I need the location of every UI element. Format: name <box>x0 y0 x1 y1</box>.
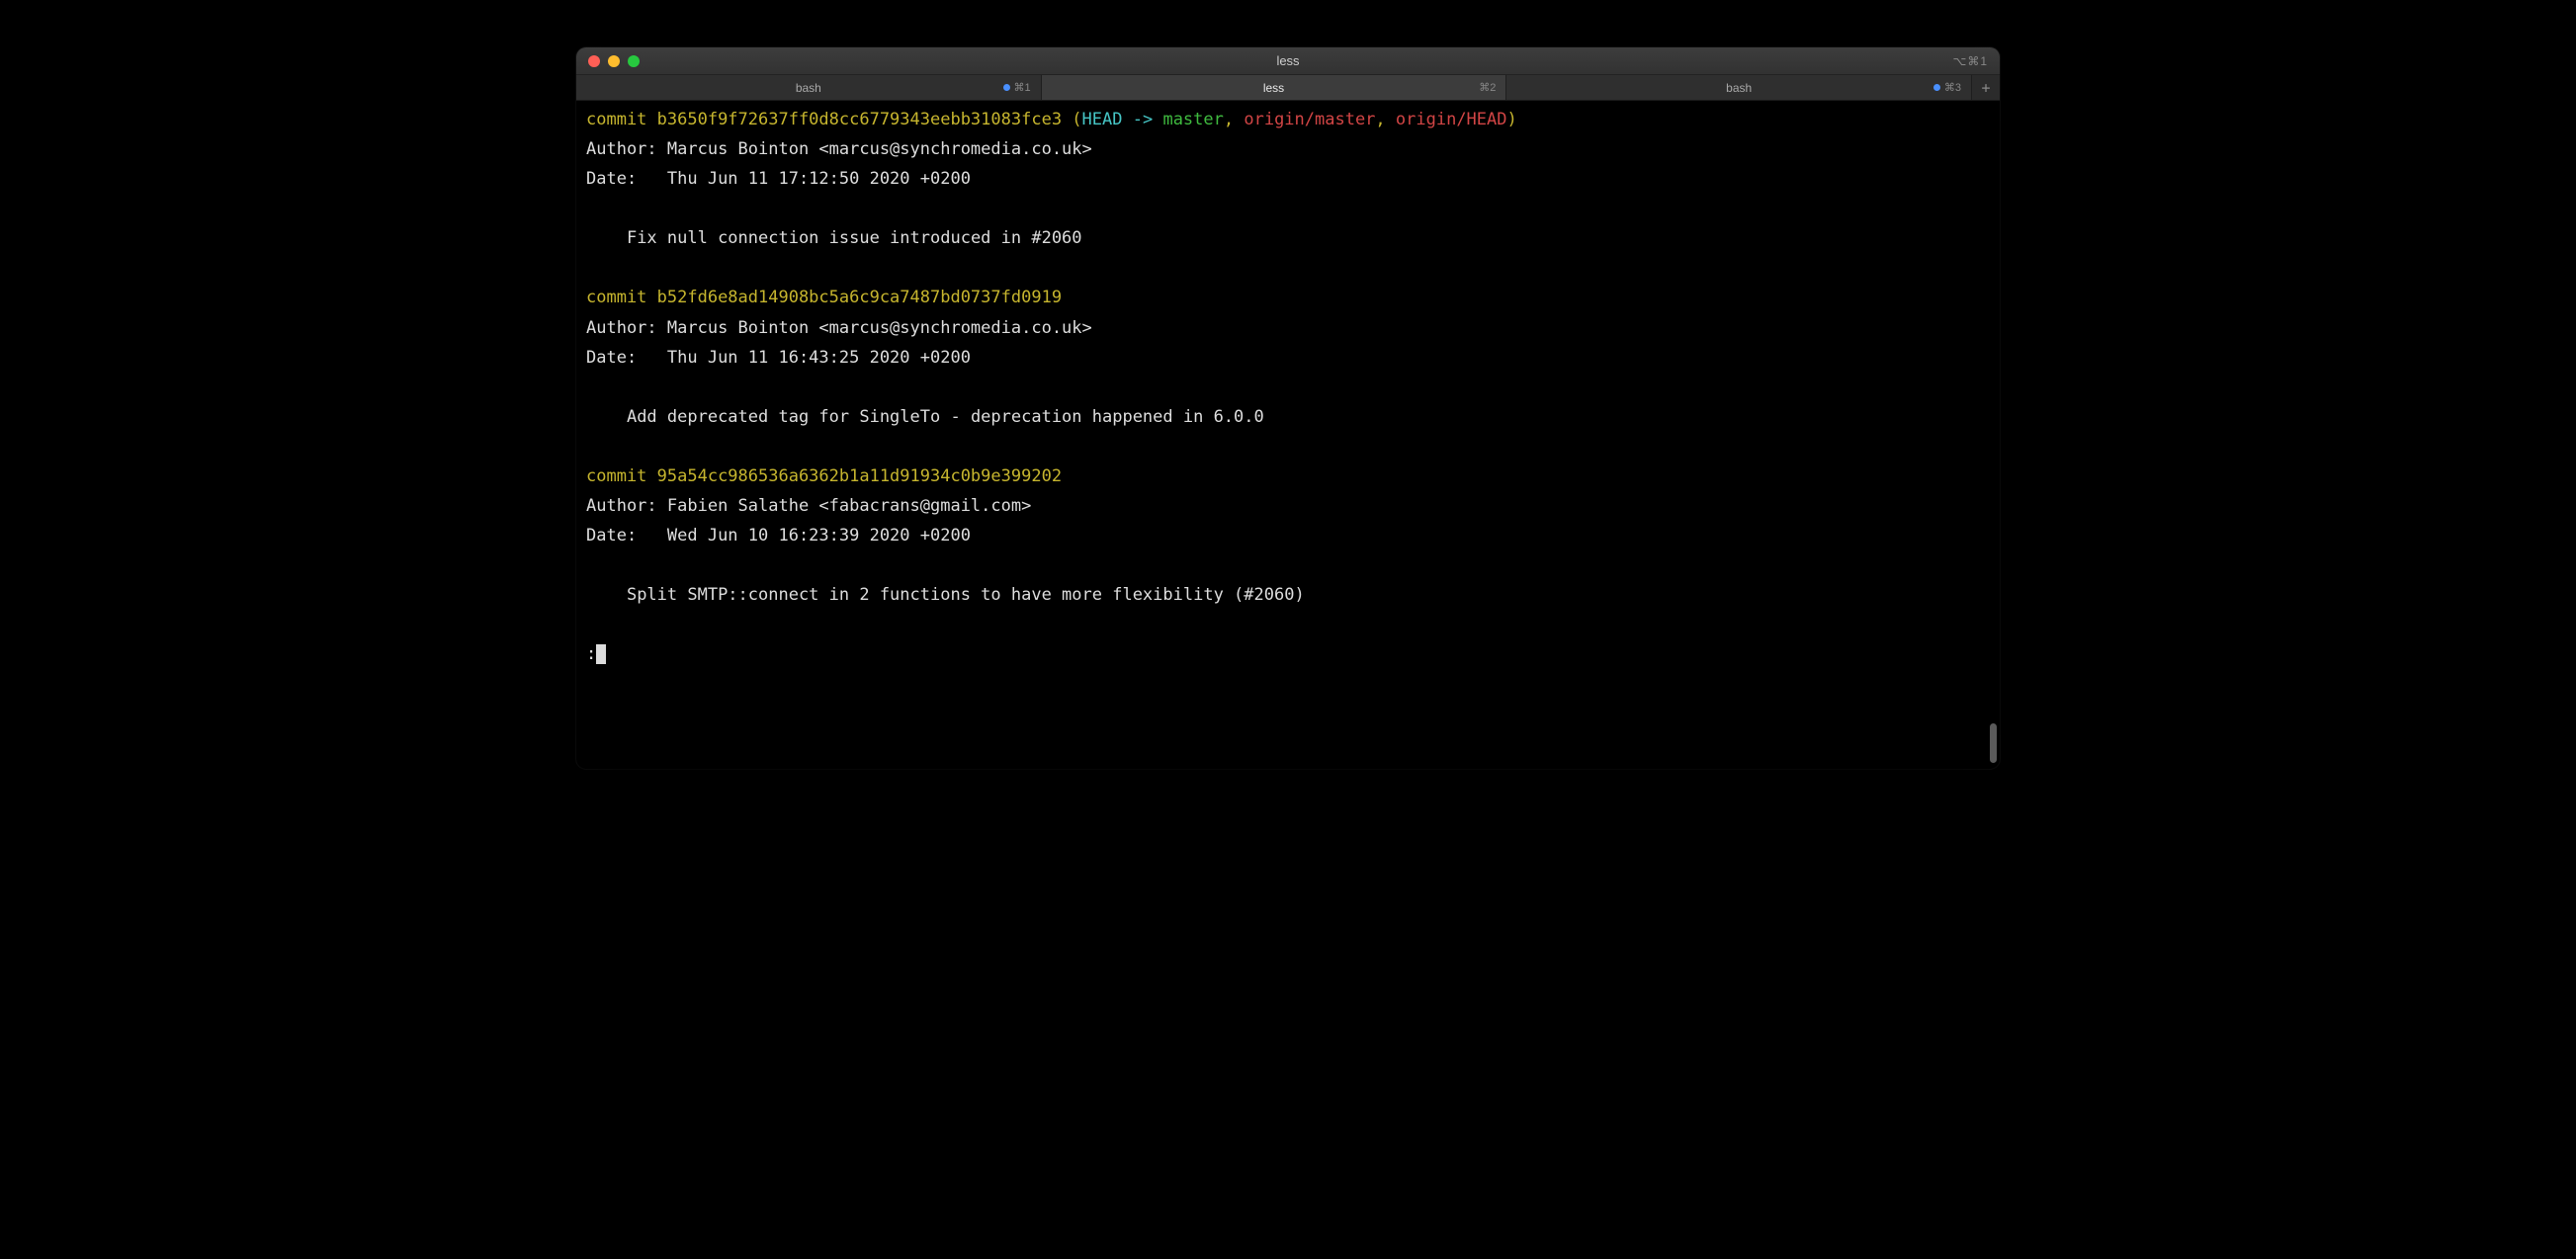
ref-remote: origin/HEAD <box>1396 110 1507 129</box>
commit-entry: commit 95a54cc986536a6362b1a11d91934c0b9… <box>586 462 1990 639</box>
tab-3[interactable]: bash ⌘3 <box>1506 75 1972 100</box>
commit-word: commit <box>586 466 657 486</box>
cursor-icon <box>596 644 606 664</box>
tab-label: bash <box>796 81 821 95</box>
window-title: less <box>576 53 2000 68</box>
tab-bar: bash ⌘1 less ⌘2 bash ⌘3 + <box>576 75 2000 101</box>
commit-entry: commit b3650f9f72637ff0d8cc6779343eebb31… <box>586 105 1990 283</box>
tab-shortcut: ⌘2 <box>1479 81 1496 94</box>
titlebar[interactable]: less ⌥⌘1 <box>576 47 2000 75</box>
tab-shortcut: ⌘3 <box>1933 81 1961 94</box>
date-line: Date: Wed Jun 10 16:23:39 2020 +0200 <box>586 526 971 546</box>
ref-head: HEAD <box>1082 110 1123 129</box>
maximize-button[interactable] <box>628 55 640 67</box>
commit-message: Split SMTP::connect in 2 functions to ha… <box>627 585 1305 605</box>
activity-dot-icon <box>1003 84 1010 91</box>
ref-local: master <box>1162 110 1223 129</box>
author-line: Author: Marcus Bointon <marcus@synchrome… <box>586 318 1092 338</box>
commit-hash: 95a54cc986536a6362b1a11d91934c0b9e399202 <box>657 466 1062 486</box>
commit-entry: commit b52fd6e8ad14908bc5a6c9ca7487bd073… <box>586 283 1990 461</box>
tab-shortcut: ⌘1 <box>1003 81 1031 94</box>
close-button[interactable] <box>588 55 600 67</box>
tab-label: bash <box>1726 81 1752 95</box>
author-line: Author: Marcus Bointon <marcus@synchrome… <box>586 139 1092 159</box>
scrollbar-thumb[interactable] <box>1990 723 1997 763</box>
commit-hash: b52fd6e8ad14908bc5a6c9ca7487bd0737fd0919 <box>657 288 1062 307</box>
scrollbar[interactable] <box>1989 101 1997 769</box>
date-line: Date: Thu Jun 11 16:43:25 2020 +0200 <box>586 348 971 368</box>
titlebar-shortcut: ⌥⌘1 <box>1952 54 1988 68</box>
tab-label: less <box>1263 81 1284 95</box>
author-line: Author: Fabien Salathe <fabacrans@gmail.… <box>586 496 1031 516</box>
tab-1[interactable]: bash ⌘1 <box>576 75 1042 100</box>
minimize-button[interactable] <box>608 55 620 67</box>
terminal-window: less ⌥⌘1 bash ⌘1 less ⌘2 bash ⌘3 + commi… <box>576 47 2000 769</box>
ref-remote: origin/master <box>1244 110 1375 129</box>
new-tab-button[interactable]: + <box>1972 75 2000 100</box>
tab-2[interactable]: less ⌘2 <box>1042 75 1507 100</box>
commit-message: Add deprecated tag for SingleTo - deprec… <box>627 407 1264 427</box>
commit-hash: b3650f9f72637ff0d8cc6779343eebb31083fce3 <box>657 110 1062 129</box>
traffic-lights <box>576 55 640 67</box>
commit-word: commit <box>586 288 657 307</box>
terminal-output[interactable]: commit b3650f9f72637ff0d8cc6779343eebb31… <box>576 101 2000 769</box>
commit-word: commit <box>586 110 657 129</box>
commit-message: Fix null connection issue introduced in … <box>627 228 1082 248</box>
date-line: Date: Thu Jun 11 17:12:50 2020 +0200 <box>586 169 971 189</box>
less-prompt[interactable]: : <box>586 639 1990 669</box>
activity-dot-icon <box>1933 84 1940 91</box>
